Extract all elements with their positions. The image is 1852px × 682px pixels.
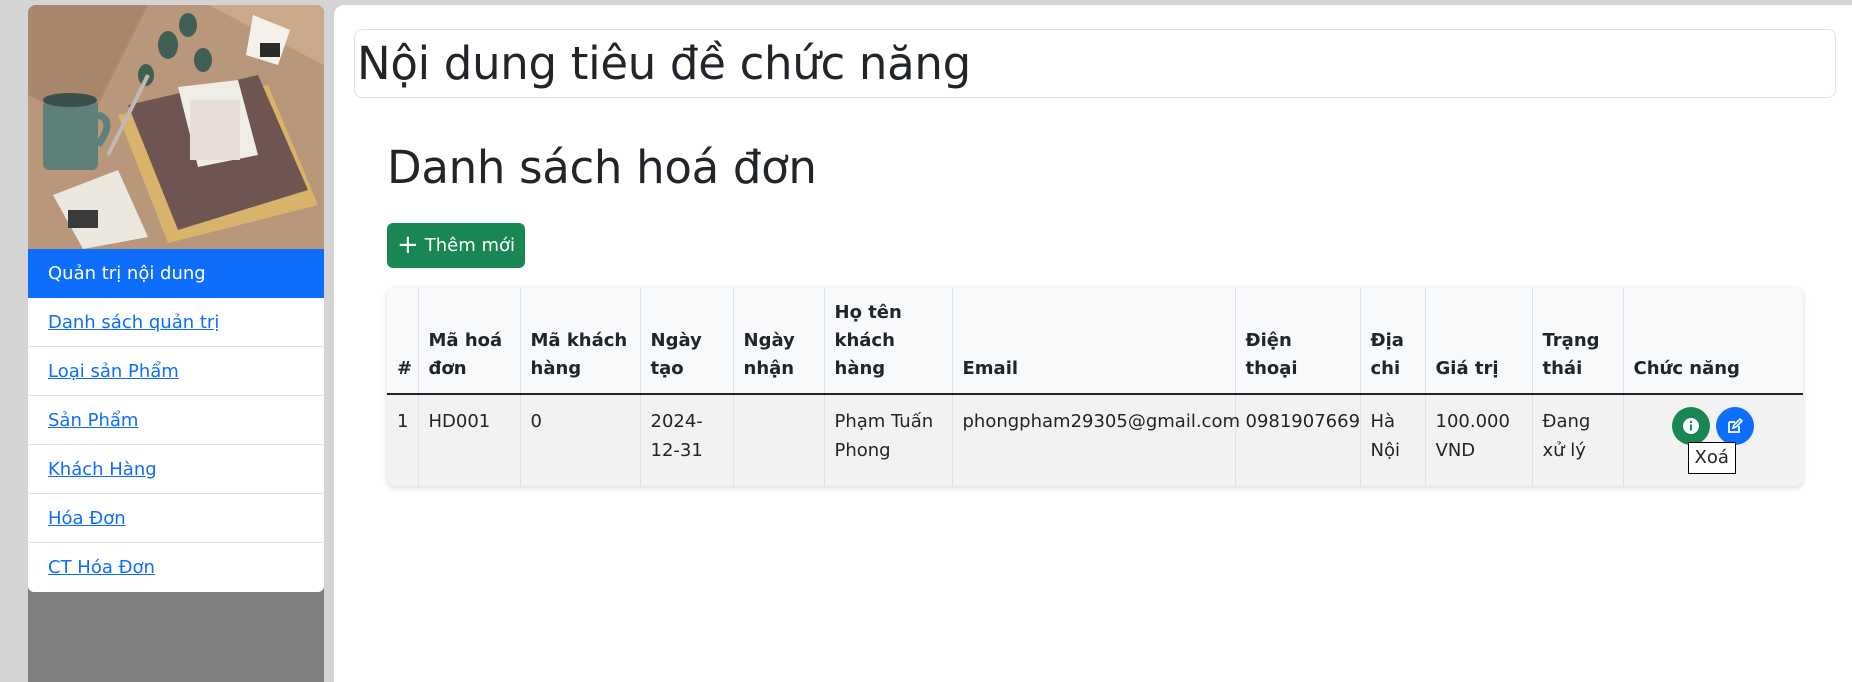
info-button[interactable] bbox=[1672, 407, 1711, 445]
add-new-label: Thêm mới bbox=[424, 235, 516, 256]
table-header-row: # Mã hoá đơn Mã khách hàng Ngày tạo Ngày… bbox=[387, 287, 1803, 395]
table-cell: Phạm Tuấn Phong bbox=[824, 394, 953, 486]
sidebar-item-link[interactable]: Sản Phẩm bbox=[48, 410, 138, 431]
table-row: 1 HD001 0 2024-12-31 Phạm Tuấn Phong pho… bbox=[387, 394, 1803, 486]
table-cell: 2024-12-31 bbox=[640, 394, 734, 486]
table-cell: phongpham29305@gmail.com bbox=[952, 394, 1240, 486]
section-heading: Danh sách hoá đơn bbox=[387, 141, 817, 194]
edit-button[interactable] bbox=[1716, 407, 1755, 445]
column-header: Giá trị bbox=[1425, 287, 1533, 395]
column-header: Họ tên khách hàng bbox=[824, 287, 953, 395]
table-cell: Hà Nội bbox=[1360, 394, 1426, 486]
sidebar-item-product[interactable]: Sản Phẩm bbox=[28, 396, 324, 445]
column-header: # bbox=[387, 287, 419, 395]
plus-icon: + bbox=[396, 229, 419, 260]
sidebar-item-invoice[interactable]: Hóa Đơn bbox=[28, 494, 324, 543]
info-icon bbox=[1683, 418, 1700, 434]
sidebar-menu: Quản trị nội dung Danh sách quản trị Loạ… bbox=[28, 249, 324, 592]
column-header: Ngày tạo bbox=[640, 287, 734, 395]
sidebar-item-label: Quản trị nội dung bbox=[48, 263, 206, 284]
sidebar-illustration bbox=[28, 5, 324, 249]
sidebar-item-invoice-detail[interactable]: CT Hóa Đơn bbox=[28, 543, 324, 592]
table-cell: 1 bbox=[387, 394, 419, 486]
actions-cell: Xoá bbox=[1623, 394, 1803, 486]
sidebar-item-link[interactable]: CT Hóa Đơn bbox=[48, 557, 155, 578]
column-header: Mã khách hàng bbox=[520, 287, 641, 395]
sidebar-item-link[interactable]: Danh sách quản trị bbox=[48, 312, 219, 333]
table-cell: 0981907669 bbox=[1235, 394, 1361, 486]
column-header: Email bbox=[952, 287, 1236, 395]
sidebar-item-admin-list[interactable]: Danh sách quản trị bbox=[28, 298, 324, 347]
column-header: Trạng thái bbox=[1532, 287, 1624, 395]
table-cell bbox=[733, 394, 825, 486]
invoice-table: # Mã hoá đơn Mã khách hàng Ngày tạo Ngày… bbox=[387, 287, 1803, 486]
sidebar-item-link[interactable]: Loại sản Phẩm bbox=[48, 361, 179, 382]
column-header: Chức năng bbox=[1623, 287, 1803, 395]
table-cell: 100.000 VND bbox=[1425, 394, 1533, 486]
main-content: Nội dung tiêu đề chức năng Danh sách hoá… bbox=[334, 5, 1852, 682]
column-header: Mã hoá đơn bbox=[418, 287, 521, 395]
sidebar: Quản trị nội dung Danh sách quản trị Loạ… bbox=[28, 5, 324, 682]
sidebar-item-link[interactable]: Khách Hàng bbox=[48, 459, 157, 480]
column-header: Địa chi bbox=[1360, 287, 1426, 395]
table-cell: 0 bbox=[520, 394, 641, 486]
sidebar-item-product-type[interactable]: Loại sản Phẩm bbox=[28, 347, 324, 396]
sidebar-item-content-admin[interactable]: Quản trị nội dung bbox=[28, 249, 324, 298]
edit-icon bbox=[1728, 417, 1744, 433]
column-header: Điện thoại bbox=[1235, 287, 1361, 395]
table-cell: Đang xử lý bbox=[1532, 394, 1624, 486]
table-cell: HD001 bbox=[418, 394, 521, 486]
add-new-button[interactable]: + Thêm mới bbox=[387, 223, 525, 268]
delete-tooltip: Xoá bbox=[1687, 442, 1736, 474]
column-header: Ngày nhận bbox=[733, 287, 825, 395]
page-title: Nội dung tiêu đề chức năng bbox=[357, 37, 971, 90]
title-box: Nội dung tiêu đề chức năng bbox=[354, 29, 1836, 98]
sidebar-item-customer[interactable]: Khách Hàng bbox=[28, 445, 324, 494]
sidebar-item-link[interactable]: Hóa Đơn bbox=[48, 508, 126, 529]
